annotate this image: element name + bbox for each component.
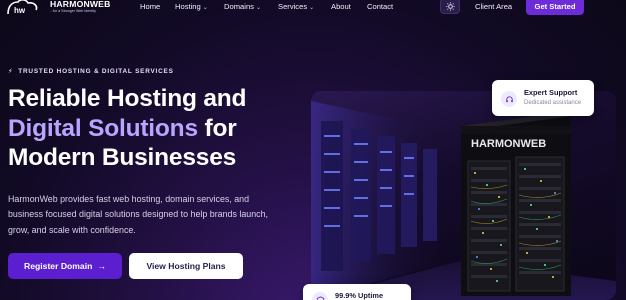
brand-name: HARMONWEB	[50, 0, 111, 9]
rack-brand-label: HARMONWEB	[471, 138, 546, 150]
nav-about[interactable]: About	[331, 2, 351, 11]
nav-home[interactable]: Home	[140, 2, 160, 11]
svg-text:hw: hw	[14, 6, 26, 15]
shield-icon	[312, 292, 328, 300]
hero-description: HarmonWeb provides fast web hosting, dom…	[8, 194, 269, 235]
nav-home-label: Home	[140, 2, 161, 11]
server-room-illustration: HARMONWEB	[311, 101, 616, 300]
sun-icon	[445, 1, 455, 11]
uptime-card: 99.9% Uptime	[303, 284, 411, 300]
nav-contact[interactable]: Contact	[367, 2, 393, 11]
nav-services-label: Services	[278, 2, 308, 11]
get-started-button[interactable]: Get Started	[526, 0, 584, 15]
hero-eyebrow: ⚡︎ TRUSTED HOSTING & DIGITAL SERVICES	[8, 67, 174, 75]
headline-accent: Digital Solutions	[8, 114, 198, 142]
expert-support-title: Expert Support	[524, 88, 578, 97]
hero-eyebrow-text: TRUSTED HOSTING & DIGITAL SERVICES	[18, 68, 174, 75]
expert-support-card: Expert Support Dedicated assistance	[492, 80, 594, 116]
server-rack-image: HARMONWEB	[311, 91, 616, 300]
logo-mark-icon: hw	[7, 0, 38, 15]
chevron-down-icon: ⌄	[202, 5, 208, 11]
view-hosting-plans-button[interactable]: View Hosting Plans	[129, 253, 243, 279]
nav-contact-label: Contact	[367, 2, 394, 11]
headset-icon	[501, 91, 517, 107]
client-area-link[interactable]: Client Area	[475, 2, 512, 11]
bolt-icon: ⚡︎	[8, 68, 14, 75]
chevron-down-icon: ⌄	[309, 5, 315, 11]
register-domain-label: Register Domain	[24, 261, 93, 271]
nav-domains[interactable]: Domains ⌄	[224, 2, 261, 11]
nav-hosting[interactable]: Hosting ⌄	[175, 2, 208, 11]
logo[interactable]: hw HARMONWEB ...for a Stronger Web Ident…	[6, 0, 126, 15]
brand-tagline: ...for a Stronger Web Identity	[50, 9, 96, 13]
headline-line-3: Modern Businesses	[8, 144, 237, 171]
register-domain-button[interactable]: Register Domain →	[8, 253, 122, 279]
headline-line-2-rest: for	[197, 114, 237, 142]
expert-support-subtitle: Dedicated assistance	[524, 100, 582, 106]
headline-line-1: Reliable Hosting and	[8, 85, 247, 112]
chevron-down-icon: ⌄	[255, 5, 261, 11]
hero-headline: Reliable Hosting and Digital Solutions f…	[8, 84, 308, 173]
uptime-title: 99.9% Uptime	[335, 291, 384, 300]
nav-hosting-label: Hosting	[175, 2, 201, 11]
nav-domains-label: Domains	[224, 2, 254, 11]
nav-about-label: About	[331, 2, 351, 11]
top-navigation: hw HARMONWEB ...for a Stronger Web Ident…	[0, 0, 626, 15]
arrow-right-icon: →	[97, 261, 106, 271]
theme-toggle-button[interactable]	[440, 0, 460, 14]
nav-services[interactable]: Services ⌄	[278, 2, 314, 11]
